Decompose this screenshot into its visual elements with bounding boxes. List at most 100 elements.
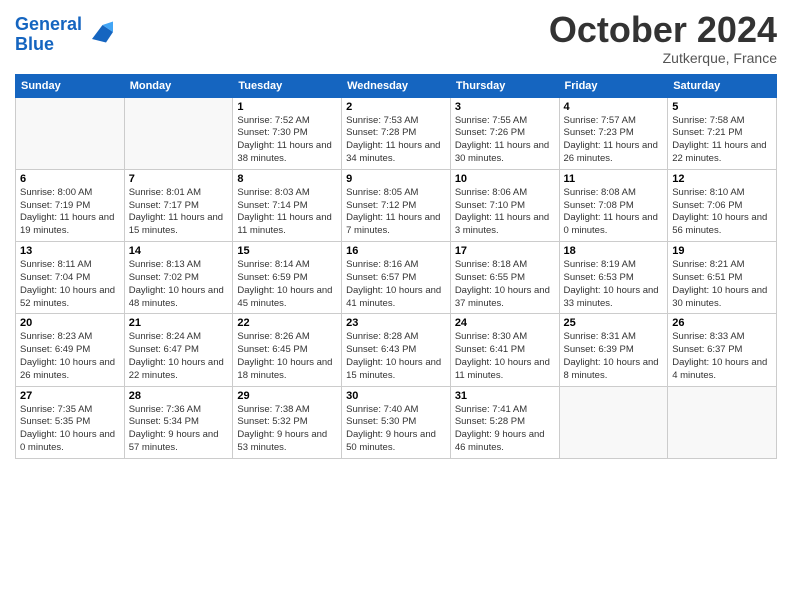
day-info: Sunrise: 8:18 AMSunset: 6:55 PMDaylight:… [455, 259, 555, 310]
day-info: Sunrise: 8:10 AMSunset: 7:06 PMDaylight:… [672, 187, 772, 238]
day-info: Sunrise: 8:05 AMSunset: 7:12 PMDaylight:… [346, 187, 446, 238]
month-title: October 2024 [549, 10, 777, 50]
weekday-header-thursday: Thursday [450, 74, 559, 97]
page: General Blue October 2024 Zutkerque, Fra… [0, 0, 792, 612]
day-number: 24 [455, 317, 555, 329]
day-number: 16 [346, 245, 446, 257]
day-info: Sunrise: 8:11 AMSunset: 7:04 PMDaylight:… [20, 259, 120, 310]
day-info: Sunrise: 8:28 AMSunset: 6:43 PMDaylight:… [346, 331, 446, 382]
weekday-header-friday: Friday [559, 74, 668, 97]
calendar-cell: 14Sunrise: 8:13 AMSunset: 7:02 PMDayligh… [124, 242, 233, 314]
day-number: 12 [672, 173, 772, 185]
day-number: 13 [20, 245, 120, 257]
calendar-cell: 18Sunrise: 8:19 AMSunset: 6:53 PMDayligh… [559, 242, 668, 314]
calendar-cell: 17 Sunrise: 8:18 AMSunset: 6:55 PMDayligh… [450, 242, 559, 314]
day-number: 23 [346, 317, 446, 329]
day-number: 3 [455, 101, 555, 113]
day-info: Sunrise: 8:03 AMSunset: 7:14 PMDaylight:… [237, 187, 337, 238]
calendar-cell: 4 Sunrise: 7:57 AMSunset: 7:23 PMDaylight… [559, 97, 668, 169]
day-number: 8 [237, 173, 337, 185]
calendar-cell: 12 Sunrise: 8:10 AMSunset: 7:06 PMDayligh… [668, 169, 777, 241]
day-number: 1 [237, 101, 337, 113]
logo-icon [85, 18, 113, 46]
calendar-cell [668, 386, 777, 458]
calendar-cell: 23 Sunrise: 8:28 AMSunset: 6:43 PMDayligh… [342, 314, 451, 386]
day-info: Sunrise: 7:41 AMSunset: 5:28 PMDaylight:… [455, 404, 555, 455]
calendar-cell: 5 Sunrise: 7:58 AMSunset: 7:21 PMDaylight… [668, 97, 777, 169]
weekday-header-wednesday: Wednesday [342, 74, 451, 97]
calendar-cell: 21 Sunrise: 8:24 AMSunset: 6:47 PMDayligh… [124, 314, 233, 386]
day-info: Sunrise: 7:38 AMSunset: 5:32 PMDaylight:… [237, 404, 337, 455]
day-number: 11 [564, 173, 664, 185]
calendar-cell: 28 Sunrise: 7:36 AMSunset: 5:34 PMDayligh… [124, 386, 233, 458]
calendar-cell: 29 Sunrise: 7:38 AMSunset: 5:32 PMDayligh… [233, 386, 342, 458]
day-info: Sunrise: 7:35 AMSunset: 5:35 PMDaylight:… [20, 404, 120, 455]
day-number: 15 [237, 245, 337, 257]
day-number: 28 [129, 390, 229, 402]
calendar-cell: 27 Sunrise: 7:35 AMSunset: 5:35 PMDayligh… [16, 386, 125, 458]
day-info: Sunrise: 8:08 AMSunset: 7:08 PMDaylight:… [564, 187, 664, 238]
day-number: 10 [455, 173, 555, 185]
day-info: Sunrise: 8:00 AMSunset: 7:19 PMDaylight:… [20, 187, 120, 238]
header: General Blue October 2024 Zutkerque, Fra… [15, 10, 777, 66]
calendar-cell: 3 Sunrise: 7:55 AMSunset: 7:26 PMDaylight… [450, 97, 559, 169]
calendar-cell: 10 Sunrise: 8:06 AMSunset: 7:10 PMDayligh… [450, 169, 559, 241]
day-number: 5 [672, 101, 772, 113]
weekday-header-tuesday: Tuesday [233, 74, 342, 97]
day-number: 29 [237, 390, 337, 402]
day-number: 21 [129, 317, 229, 329]
day-info: Sunrise: 8:14 AMSunset: 6:59 PMDaylight:… [237, 259, 337, 310]
day-number: 25 [564, 317, 664, 329]
week-row-4: 20Sunrise: 8:23 AMSunset: 6:49 PMDayligh… [16, 314, 777, 386]
day-info: Sunrise: 7:36 AMSunset: 5:34 PMDaylight:… [129, 404, 229, 455]
calendar-cell: 20Sunrise: 8:23 AMSunset: 6:49 PMDayligh… [16, 314, 125, 386]
week-row-1: 1Sunrise: 7:52 AMSunset: 7:30 PMDaylight… [16, 97, 777, 169]
weekday-header-sunday: Sunday [16, 74, 125, 97]
day-number: 22 [237, 317, 337, 329]
calendar-cell: 15 Sunrise: 8:14 AMSunset: 6:59 PMDayligh… [233, 242, 342, 314]
day-number: 9 [346, 173, 446, 185]
day-info: Sunrise: 7:58 AMSunset: 7:21 PMDaylight:… [672, 115, 772, 166]
calendar-cell: 16Sunrise: 8:16 AMSunset: 6:57 PMDayligh… [342, 242, 451, 314]
day-info: Sunrise: 8:24 AMSunset: 6:47 PMDaylight:… [129, 331, 229, 382]
day-info: Sunrise: 8:30 AMSunset: 6:41 PMDaylight:… [455, 331, 555, 382]
title-block: October 2024 Zutkerque, France [549, 10, 777, 66]
day-info: Sunrise: 8:13 AMSunset: 7:02 PMDaylight:… [129, 259, 229, 310]
day-number: 4 [564, 101, 664, 113]
day-info: Sunrise: 8:01 AMSunset: 7:17 PMDaylight:… [129, 187, 229, 238]
day-info: Sunrise: 7:55 AMSunset: 7:26 PMDaylight:… [455, 115, 555, 166]
day-number: 2 [346, 101, 446, 113]
day-info: Sunrise: 8:21 AMSunset: 6:51 PMDaylight:… [672, 259, 772, 310]
day-info: Sunrise: 7:57 AMSunset: 7:23 PMDaylight:… [564, 115, 664, 166]
weekday-header-row: SundayMondayTuesdayWednesdayThursdayFrid… [16, 74, 777, 97]
calendar-cell: 1Sunrise: 7:52 AMSunset: 7:30 PMDaylight… [233, 97, 342, 169]
logo-text: General [15, 15, 82, 35]
calendar-cell: 22 Sunrise: 8:26 AMSunset: 6:45 PMDayligh… [233, 314, 342, 386]
weekday-header-saturday: Saturday [668, 74, 777, 97]
day-number: 6 [20, 173, 120, 185]
day-info: Sunrise: 8:19 AMSunset: 6:53 PMDaylight:… [564, 259, 664, 310]
calendar-cell: 11 Sunrise: 8:08 AMSunset: 7:08 PMDayligh… [559, 169, 668, 241]
day-number: 30 [346, 390, 446, 402]
logo: General Blue [15, 15, 113, 55]
day-number: 31 [455, 390, 555, 402]
calendar-cell: 6 Sunrise: 8:00 AMSunset: 7:19 PMDaylight… [16, 169, 125, 241]
calendar-cell: 26Sunrise: 8:33 AMSunset: 6:37 PMDayligh… [668, 314, 777, 386]
day-info: Sunrise: 8:06 AMSunset: 7:10 PMDaylight:… [455, 187, 555, 238]
calendar-table: SundayMondayTuesdayWednesdayThursdayFrid… [15, 74, 777, 459]
calendar-cell [124, 97, 233, 169]
calendar-cell: 9 Sunrise: 8:05 AMSunset: 7:12 PMDaylight… [342, 169, 451, 241]
day-number: 7 [129, 173, 229, 185]
day-info: Sunrise: 8:31 AMSunset: 6:39 PMDaylight:… [564, 331, 664, 382]
calendar-cell: 31 Sunrise: 7:41 AMSunset: 5:28 PMDayligh… [450, 386, 559, 458]
calendar-cell: 24 Sunrise: 8:30 AMSunset: 6:41 PMDayligh… [450, 314, 559, 386]
day-info: Sunrise: 7:40 AMSunset: 5:30 PMDaylight:… [346, 404, 446, 455]
calendar-cell: 25 Sunrise: 8:31 AMSunset: 6:39 PMDayligh… [559, 314, 668, 386]
location: Zutkerque, France [549, 50, 777, 66]
day-number: 17 [455, 245, 555, 257]
day-info: Sunrise: 8:33 AMSunset: 6:37 PMDaylight:… [672, 331, 772, 382]
calendar-cell: 19 Sunrise: 8:21 AMSunset: 6:51 PMDayligh… [668, 242, 777, 314]
day-number: 27 [20, 390, 120, 402]
day-number: 19 [672, 245, 772, 257]
day-info: Sunrise: 8:26 AMSunset: 6:45 PMDaylight:… [237, 331, 337, 382]
